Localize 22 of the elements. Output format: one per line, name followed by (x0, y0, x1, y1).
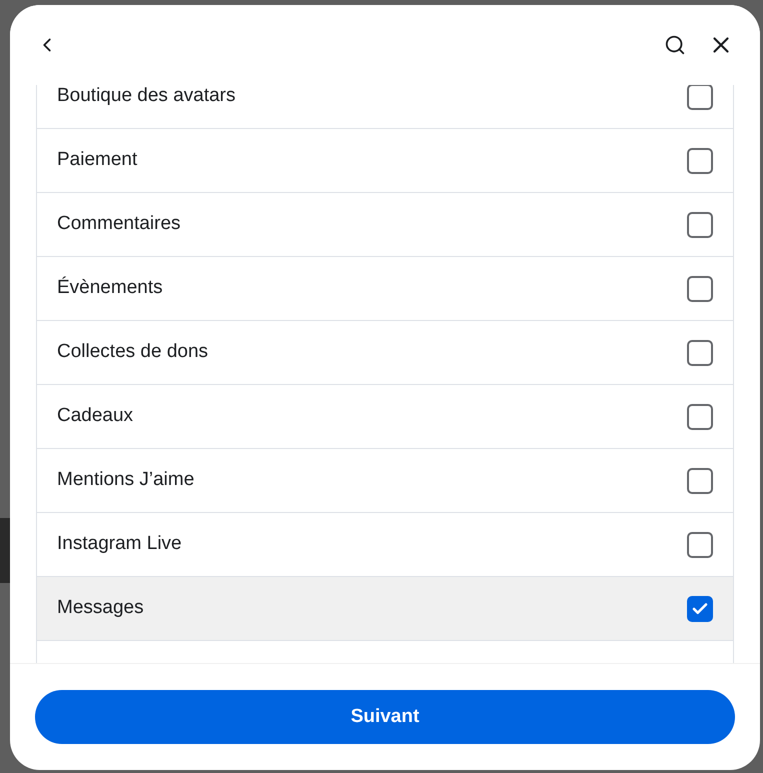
checkbox[interactable] (687, 85, 713, 110)
option-label: Boutique des avatars (57, 85, 236, 108)
next-button[interactable]: Suivant (35, 690, 735, 744)
checkbox[interactable] (687, 276, 713, 302)
option-label: Mentions J’aime (57, 468, 194, 492)
option-label: Paiement (57, 148, 138, 172)
checkbox[interactable] (687, 468, 713, 494)
checkbox[interactable] (687, 404, 713, 430)
checkbox[interactable] (687, 148, 713, 174)
option-label: Messages (57, 596, 144, 620)
option-row[interactable]: Boutique des avatars (37, 85, 733, 129)
option-label: Cadeaux (57, 404, 134, 428)
option-row[interactable]: Messages (37, 577, 733, 641)
search-icon (664, 34, 686, 56)
option-label: Collectes de dons (57, 340, 208, 364)
checkbox[interactable] (687, 212, 713, 238)
option-label: Commentaires (57, 212, 181, 236)
checkbox[interactable] (687, 532, 713, 558)
option-label: Évènements (57, 276, 163, 300)
checkbox[interactable] (687, 340, 713, 366)
checkbox[interactable] (687, 596, 713, 622)
option-label: Instagram Live (57, 532, 182, 556)
